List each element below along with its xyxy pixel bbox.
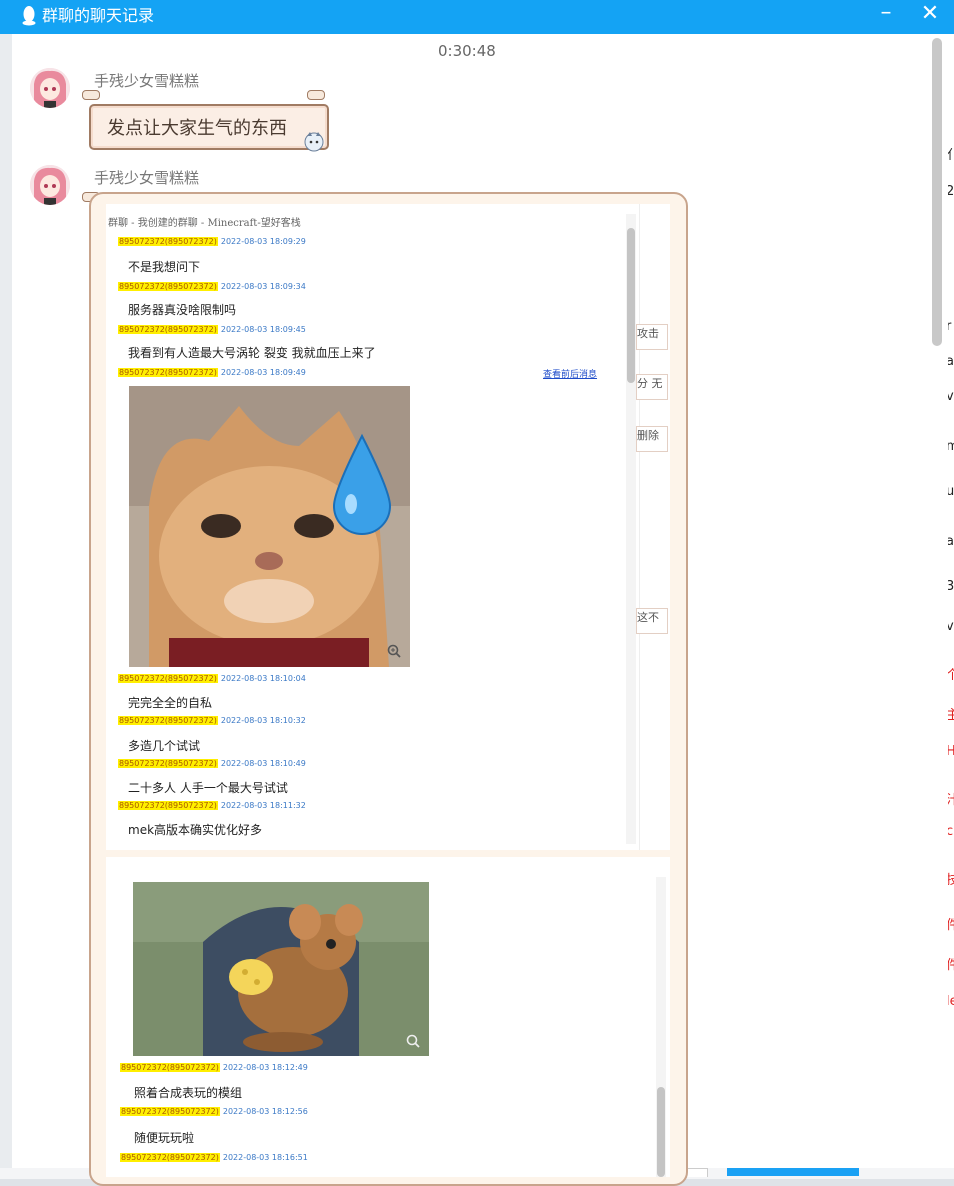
- record-meta: 895072372(895072372) 2022-08-03 18:09:49: [118, 368, 306, 377]
- chat-record-screenshot[interactable]: 895072372(895072372) 2022-08-03 18:12:49 …: [106, 857, 670, 1177]
- view-context-link[interactable]: 查看前后消息: [543, 367, 597, 380]
- record-text: 随便玩玩啦: [134, 1131, 195, 1145]
- record-meta: 895072372(895072372) 2022-08-03 18:09:29: [118, 237, 306, 246]
- record-text: mek高版本确实优化好多: [128, 823, 263, 837]
- record-meta: 895072372(895072372) 2022-08-03 18:09:45: [118, 325, 306, 334]
- record-meta: 895072372(895072372) 2022-08-03 18:11:32: [118, 801, 306, 810]
- screenshot-header: 群聊 - 我创建的群聊 - Minecraft-望好客栈: [108, 218, 301, 229]
- record-meta: 895072372(895072372) 2022-08-03 18:12:49: [120, 1063, 308, 1072]
- message-timestamp: 0:30:48: [438, 42, 496, 60]
- record-meta: 895072372(895072372) 2022-08-03 18:16:51: [120, 1153, 308, 1162]
- bubble-bone-decoration: [82, 90, 100, 100]
- avatar[interactable]: [30, 165, 70, 205]
- record-meta: 895072372(895072372) 2022-08-03 18:10:49: [118, 759, 306, 768]
- record-text: 照着合成表玩的模组: [134, 1086, 243, 1100]
- record-meta: 895072372(895072372) 2022-08-03 18:12:56: [120, 1107, 308, 1116]
- record-text: 不是我想问下: [128, 260, 201, 274]
- qq-penguin-icon: [22, 6, 36, 26]
- sender-name: 手残少女雪糕糕: [94, 72, 200, 90]
- bubble-bone-decoration: [307, 90, 325, 100]
- screenshot-side-fragment: 攻击 分 无 删除 这不: [636, 204, 670, 850]
- window-title: 群聊的聊天记录: [42, 6, 155, 25]
- zoom-icon[interactable]: [406, 1034, 420, 1048]
- background-window-left: [0, 34, 12, 1179]
- background-send-button: [727, 1168, 859, 1176]
- fragment-text: 这不: [636, 608, 668, 634]
- cat-sticker-icon: [304, 132, 324, 152]
- record-text: 二十多人 人手一个最大号试试: [128, 781, 288, 795]
- record-meta: 895072372(895072372) 2022-08-03 18:10:04: [118, 674, 306, 683]
- record-text: 服务器真没啥限制吗: [128, 303, 237, 317]
- screenshot-scrollbar[interactable]: [656, 877, 666, 1177]
- record-text: 多造几个试试: [128, 739, 201, 753]
- fragment-text: 分 无: [636, 374, 668, 400]
- zoom-icon[interactable]: [387, 644, 401, 658]
- record-meta: 895072372(895072372) 2022-08-03 18:09:34: [118, 282, 306, 291]
- screenshot-scrollbar[interactable]: [626, 214, 636, 844]
- message-text: 发点让大家生气的东西: [107, 118, 287, 139]
- record-text: 完完全全的自私: [128, 696, 213, 710]
- sweating-cat-image[interactable]: [129, 386, 410, 667]
- sender-name: 手残少女雪糕糕: [94, 169, 200, 187]
- title-bar: 群聊的聊天记录 – ✕: [0, 0, 954, 34]
- chat-record-screenshot[interactable]: 群聊 - 我创建的群聊 - Minecraft-望好客栈 895072372(8…: [106, 204, 639, 850]
- close-button[interactable]: ✕: [917, 2, 943, 28]
- record-text: 我看到有人造最大号涡轮 裂变 我就血压上来了: [128, 346, 376, 360]
- fragment-text: 攻击: [636, 324, 668, 350]
- record-meta: 895072372(895072372) 2022-08-03 18:10:32: [118, 716, 306, 725]
- jerry-mouse-image[interactable]: [133, 882, 429, 1056]
- fragment-text: 删除: [636, 426, 668, 452]
- avatar[interactable]: [30, 68, 70, 108]
- minimize-button[interactable]: –: [873, 2, 899, 28]
- message-bubble[interactable]: 发点让大家生气的东西: [89, 104, 329, 150]
- history-scrollbar[interactable]: [932, 38, 942, 346]
